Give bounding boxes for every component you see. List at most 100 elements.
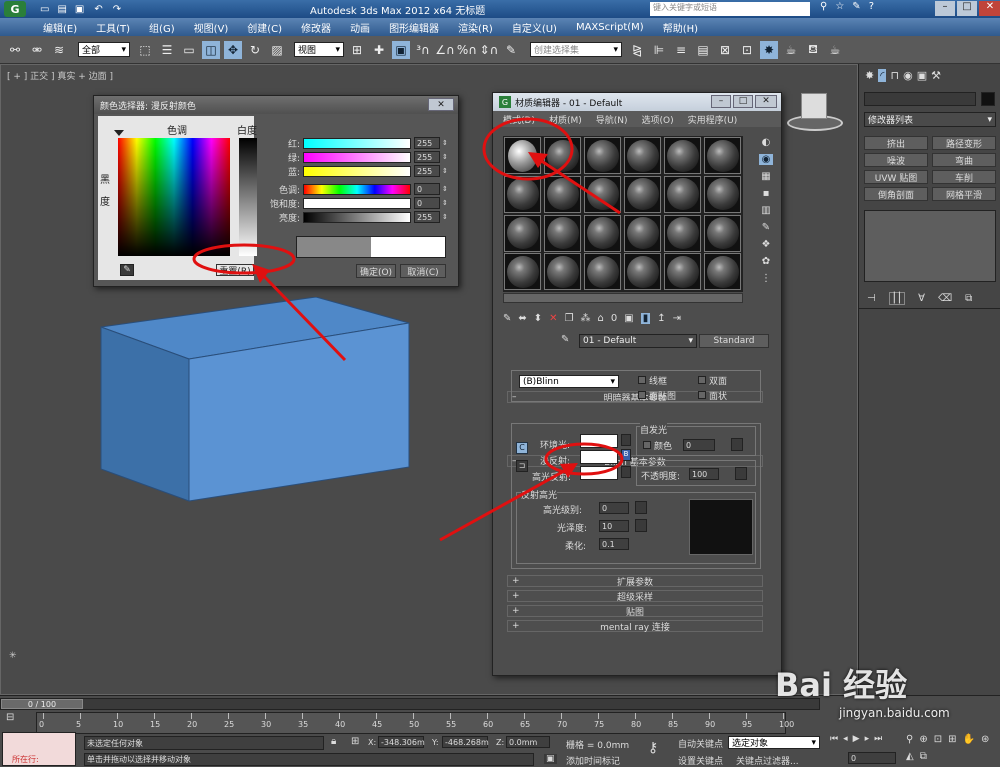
select-object-icon[interactable]: ⬚ xyxy=(136,41,154,59)
named-selection-dropdown[interactable]: 创建选择集 ▾ xyxy=(530,42,622,57)
spec-level-field[interactable]: 0 xyxy=(599,502,629,514)
rollout-collapsed[interactable]: + 扩展参数 xyxy=(507,575,763,588)
go-forward-icon[interactable]: ⇥ xyxy=(673,313,681,324)
channel-slider[interactable] xyxy=(303,183,411,195)
modifier-stack[interactable] xyxy=(864,210,996,282)
time-tag-icon[interactable]: ▣ xyxy=(544,754,557,764)
curve-editor-icon[interactable]: ⊠ xyxy=(716,41,734,59)
bind-spacewarp-icon[interactable]: ≋ xyxy=(50,41,68,59)
maximize-button[interactable]: □ xyxy=(957,1,977,16)
sample-slot[interactable] xyxy=(544,253,581,291)
material-id-icon[interactable]: 0 xyxy=(611,313,617,324)
tools-icon[interactable]: ✎ xyxy=(852,1,860,12)
sample-slot[interactable] xyxy=(584,214,621,252)
x-coord-field[interactable]: -348.306m xyxy=(378,736,425,748)
sample-type-icon[interactable]: ◐ xyxy=(762,137,771,148)
render-setup-icon[interactable]: ☕ xyxy=(782,41,800,59)
spinner-arrows-icon[interactable]: ⇕ xyxy=(442,213,448,221)
minimize-button[interactable]: – xyxy=(935,1,955,16)
reference-coord-dropdown[interactable]: 视图 ▾ xyxy=(294,42,344,57)
go-to-parent-icon[interactable]: ↥ xyxy=(657,313,665,324)
material-navigator-icon[interactable]: ⋮ xyxy=(761,273,771,284)
spinner-arrows-icon[interactable]: ⇕ xyxy=(442,139,448,147)
self-illum-value-field[interactable]: 0 xyxy=(683,439,715,451)
color-picker-close-button[interactable]: ✕ xyxy=(428,98,454,111)
video-check-icon[interactable]: ▥ xyxy=(761,205,770,216)
help-icon[interactable]: ? xyxy=(869,1,874,12)
window-crossing-icon[interactable]: ◫ xyxy=(202,40,220,59)
keyboard-shortcut-icon[interactable]: ▣ xyxy=(392,40,410,59)
remove-modifier-icon[interactable]: ⌫ xyxy=(938,293,952,304)
edit-named-sel-icon[interactable]: ✎ xyxy=(502,41,520,59)
lock-ambient-icon[interactable]: C xyxy=(516,442,528,454)
specular-swatch[interactable] xyxy=(580,466,618,480)
copy-material-icon[interactable]: ❐ xyxy=(565,313,574,324)
pivot-icon[interactable]: ⊞ xyxy=(348,41,366,59)
sample-slot[interactable] xyxy=(624,214,661,252)
channel-value[interactable]: 255 xyxy=(414,151,440,163)
app-logo-icon[interactable]: G xyxy=(4,1,26,17)
modifier-button[interactable]: 噪波 xyxy=(864,153,928,167)
maximize-viewport-icon[interactable]: ⧉ xyxy=(920,751,927,762)
color-picker-title-bar[interactable]: 颜色选择器: 漫反射颜色 ✕ xyxy=(94,96,458,114)
reset-button[interactable]: 重置(R) xyxy=(216,264,254,277)
time-slider[interactable]: 0 / 100 xyxy=(0,698,820,710)
move-icon[interactable]: ✥ xyxy=(224,40,242,59)
sample-slot[interactable] xyxy=(504,214,541,252)
menu-item-9[interactable]: 自定义(U) xyxy=(512,20,557,35)
options-icon[interactable]: ❖ xyxy=(762,239,771,250)
object-color-swatch[interactable] xyxy=(981,92,995,106)
sample-slot[interactable] xyxy=(584,137,621,174)
modifier-button[interactable]: 挤出 xyxy=(864,136,928,150)
opacity-map-button[interactable] xyxy=(735,467,747,480)
menu-item-4[interactable]: 创建(C) xyxy=(247,20,282,35)
spinner-arrows-icon[interactable]: ⇕ xyxy=(442,153,448,161)
me-minimize-button[interactable]: – xyxy=(711,95,731,108)
me-menu-item[interactable]: 实用程序(U) xyxy=(688,113,738,126)
viewport-label[interactable]: [ + ] 正交 ] 真实 + 边面 ] xyxy=(7,69,113,82)
save-file-icon[interactable]: ▣ xyxy=(75,4,84,15)
modifier-list-dropdown[interactable]: 修改器列表 ▾ xyxy=(864,112,996,127)
channel-value[interactable]: 255 xyxy=(414,165,440,177)
scale-icon[interactable]: ▨ xyxy=(268,41,286,59)
sample-slot[interactable] xyxy=(504,253,541,291)
select-by-material-icon[interactable]: ✿ xyxy=(762,256,770,267)
show-end-result-stack-icon[interactable]: ⎮⎮ xyxy=(888,292,906,305)
menu-item-0[interactable]: 编辑(E) xyxy=(43,20,77,35)
self-illum-map-button[interactable] xyxy=(731,438,743,451)
sample-slot[interactable] xyxy=(704,214,741,252)
rollout-collapsed[interactable]: + 贴图 xyxy=(507,605,763,618)
modifier-button[interactable]: 路径变形 xyxy=(932,136,996,150)
sample-slot[interactable] xyxy=(704,137,741,174)
sample-slot[interactable] xyxy=(664,175,701,213)
time-slider-thumb[interactable]: 0 / 100 xyxy=(1,699,83,709)
menu-item-10[interactable]: MAXScript(M) xyxy=(576,22,644,33)
channel-slider[interactable] xyxy=(303,137,411,149)
utilities-tab-icon[interactable]: ⚒ xyxy=(931,69,941,82)
graphite-icon[interactable]: ▤ xyxy=(694,41,712,59)
make-preview-icon[interactable]: ✎ xyxy=(762,222,770,233)
display-tab-icon[interactable]: ▣ xyxy=(917,69,927,82)
hue-marker-icon[interactable] xyxy=(114,130,124,136)
open-file-icon[interactable]: ▤ xyxy=(57,4,66,15)
sample-slot[interactable] xyxy=(584,253,621,291)
gloss-map-button[interactable] xyxy=(635,519,647,532)
me-menu-item[interactable]: 导航(N) xyxy=(596,113,628,126)
selection-filter-dropdown[interactable]: 全部 ▾ xyxy=(78,42,130,57)
cancel-button[interactable]: 取消(C) xyxy=(400,264,446,278)
sample-slot[interactable] xyxy=(664,214,701,252)
sample-slot[interactable] xyxy=(504,137,541,174)
shader-dropdown[interactable]: (B)Blinn ▾ xyxy=(519,375,619,388)
channel-slider[interactable] xyxy=(303,165,411,177)
modifier-button[interactable]: UVW 贴图 xyxy=(864,170,928,184)
menu-item-2[interactable]: 组(G) xyxy=(149,20,175,35)
me-maximize-button[interactable]: □ xyxy=(733,95,753,108)
menu-item-3[interactable]: 视图(V) xyxy=(194,20,229,35)
sample-slot[interactable] xyxy=(704,253,741,291)
ambient-swatch[interactable] xyxy=(580,434,618,448)
channel-value[interactable]: 255 xyxy=(414,211,440,223)
channel-value[interactable]: 0 xyxy=(414,197,440,209)
track-bar[interactable]: 0 5 10 15 20 25 30 35 40 45 50 55 60 65 70 75 80 85 90 95 10… xyxy=(36,712,794,734)
sample-slot[interactable] xyxy=(624,253,661,291)
face-map-checkbox[interactable]: 面贴图 xyxy=(638,389,676,402)
